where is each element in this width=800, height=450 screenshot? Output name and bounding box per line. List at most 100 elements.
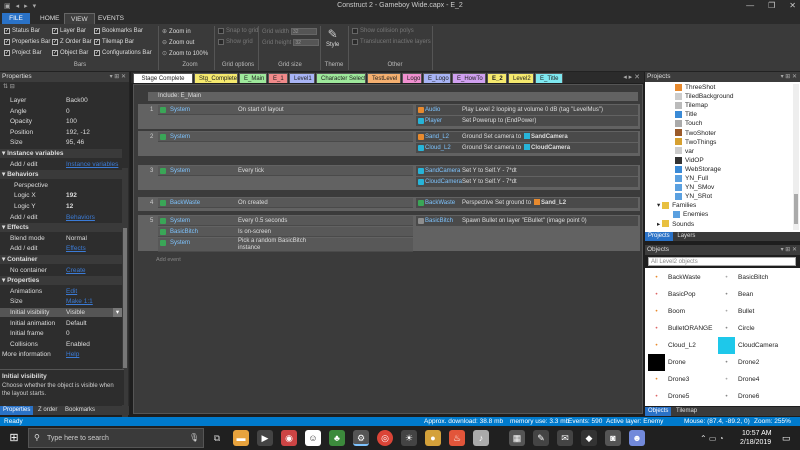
- tab-view[interactable]: VIEW: [64, 13, 95, 24]
- snap-to-grid-checkbox[interactable]: Snap to grid: [218, 28, 258, 34]
- property-value[interactable]: Default: [66, 319, 122, 328]
- property-row[interactable]: Initial visibility Visible ▾: [0, 308, 122, 317]
- property-row[interactable]: Collisions Enabled: [0, 340, 122, 349]
- property-value[interactable]: 12: [66, 202, 122, 211]
- tab-properties[interactable]: Properties: [0, 406, 34, 415]
- task-view-icon[interactable]: ⧉: [209, 430, 225, 446]
- property-row[interactable]: Perspective: [0, 181, 122, 190]
- event-condition[interactable]: BasicBitch Is on-screen: [158, 227, 413, 237]
- media-icon[interactable]: ▶: [257, 430, 273, 446]
- configurations-bar-checkbox[interactable]: ✓ Configurations Bar: [94, 50, 152, 56]
- tab-events[interactable]: EVENTS: [92, 13, 130, 24]
- property-row[interactable]: ▾ Properties: [0, 276, 122, 286]
- notification-icon[interactable]: ▭: [782, 433, 791, 444]
- app-icon-circle[interactable]: ●: [425, 430, 441, 446]
- property-value[interactable]: Visible: [66, 308, 113, 317]
- property-value[interactable]: Make 1:1: [66, 297, 122, 306]
- app-icon-flame[interactable]: ♨: [449, 430, 465, 446]
- taskbar-search[interactable]: ⚲ Type here to search 🎙: [28, 428, 204, 448]
- editor-tab[interactable]: E_Logo: [423, 73, 451, 83]
- zorder-bar-checkbox[interactable]: ✓ Z Order Bar: [52, 39, 92, 45]
- grid-height-field[interactable]: Grid height 32: [262, 39, 320, 46]
- property-value[interactable]: Effects: [66, 244, 122, 253]
- editor-tab[interactable]: Logo: [402, 73, 422, 83]
- system-tray-icons[interactable]: ⌃ ▭ ◔: [700, 434, 724, 443]
- property-value[interactable]: Instance variables: [66, 160, 122, 169]
- file-explorer-icon[interactable]: ▬: [233, 430, 249, 446]
- objects-filter-input[interactable]: All Level2 objects: [648, 257, 796, 266]
- property-row[interactable]: Initial frame 0: [0, 329, 122, 338]
- tilemap-bar-checkbox[interactable]: ✓ Tilemap Bar: [94, 39, 134, 45]
- property-row[interactable]: Logic Y 12: [0, 202, 122, 211]
- tab-home[interactable]: HOME: [34, 13, 66, 24]
- event-action[interactable]: BackWaste Perspective Set ground to Sand_L…: [416, 198, 638, 208]
- property-row[interactable]: Size 95, 46: [0, 138, 122, 147]
- event-action[interactable]: CloudCamera Set Y to Self.Y - 7*dt: [416, 177, 638, 187]
- app-icon-black[interactable]: ◆: [581, 430, 597, 446]
- tab-tilemap[interactable]: Tilemap: [673, 407, 700, 416]
- layer-bar-checkbox[interactable]: ✓ Layer Bar: [52, 28, 86, 34]
- close-button[interactable]: ✕: [789, 1, 796, 10]
- property-row[interactable]: Blend mode Normal: [0, 234, 122, 243]
- properties-bar-checkbox[interactable]: ✓ Properties Bar: [4, 39, 50, 45]
- project-bar-checkbox[interactable]: ✓ Project Bar: [4, 50, 42, 56]
- property-value[interactable]: Behaviors: [66, 213, 122, 222]
- app-icon-face[interactable]: ☺: [305, 430, 321, 446]
- property-row[interactable]: ▾ Behaviors: [0, 170, 122, 180]
- bookmarks-bar-checkbox[interactable]: ✓ Bookmarks Bar: [94, 28, 143, 34]
- editor-tab[interactable]: E_HowTo: [452, 73, 486, 83]
- pin-icon[interactable]: ▾ ⊞ ✕: [110, 72, 126, 82]
- include-row[interactable]: Include: E_Main: [148, 92, 638, 101]
- show-grid-checkbox[interactable]: Show grid: [218, 39, 253, 45]
- zoom-in-button[interactable]: ⊕ Zoom in: [162, 28, 191, 36]
- projects-scrollbar[interactable]: [793, 84, 799, 230]
- event-action[interactable]: Sand_L2 Ground Set camera to SandCamera: [416, 132, 638, 142]
- property-row[interactable]: Position 192, -12: [0, 128, 122, 137]
- editor-tab[interactable]: Character Select: [316, 73, 366, 83]
- property-value[interactable]: Back00: [66, 96, 122, 105]
- zoom-out-button[interactable]: ⊖ Zoom out: [162, 39, 194, 47]
- maximize-button[interactable]: ❐: [768, 1, 775, 10]
- object-list-item[interactable]: • Drone5: [648, 387, 689, 407]
- property-value[interactable]: 100: [66, 117, 122, 126]
- collision-polys-checkbox[interactable]: Show collision polys: [352, 28, 414, 34]
- event-action[interactable]: BasicBitch Spawn Bullet on layer "EBullet…: [416, 216, 638, 226]
- pin-icon[interactable]: ▾ ⊞ ✕: [781, 245, 797, 255]
- tab-projects[interactable]: Projects: [645, 232, 673, 241]
- app-icon-mail[interactable]: ✉: [557, 430, 573, 446]
- tab-scroll-icons[interactable]: ◂ ▸ ✕: [623, 73, 640, 81]
- chevron-down-icon[interactable]: ▾: [113, 308, 122, 317]
- tab-z-order[interactable]: Z order: [35, 406, 60, 415]
- editor-tab[interactable]: Level1: [289, 73, 315, 83]
- add-event-link[interactable]: Add event: [156, 257, 181, 263]
- property-value[interactable]: 0: [66, 107, 122, 116]
- tab-file[interactable]: FILE: [2, 13, 30, 24]
- property-row[interactable]: Logic X 192: [0, 191, 122, 200]
- editor-tab[interactable]: Stage Complete: [133, 73, 193, 83]
- property-value[interactable]: 192: [66, 191, 122, 200]
- app-icon-sun[interactable]: ☀: [401, 430, 417, 446]
- tab-bookmarks[interactable]: Bookmarks: [62, 406, 98, 415]
- editor-tab[interactable]: Stg_Complete: [194, 73, 238, 83]
- editor-tab[interactable]: E_2: [487, 73, 507, 83]
- property-row[interactable]: No container Create: [0, 266, 122, 275]
- property-value[interactable]: Enabled: [66, 340, 122, 349]
- editor-tab[interactable]: TestLevel: [367, 73, 401, 83]
- tab-objects[interactable]: Objects: [645, 407, 672, 416]
- minimize-button[interactable]: —: [746, 1, 754, 10]
- property-row[interactable]: Opacity 100: [0, 117, 122, 126]
- property-row[interactable]: Angle 0: [0, 107, 122, 116]
- app-icon-green[interactable]: ♣: [329, 430, 345, 446]
- property-value[interactable]: Edit: [66, 287, 122, 296]
- editor-tab[interactable]: E_Main: [239, 73, 267, 83]
- translucent-layers-checkbox[interactable]: Translucent inactive layers: [352, 39, 431, 45]
- project-tree-item[interactable]: ▸ Sounds: [657, 220, 800, 230]
- discord-icon[interactable]: ☻: [629, 430, 645, 446]
- app-icon-red[interactable]: ◉: [281, 430, 297, 446]
- event-condition[interactable]: BackWaste On created: [158, 198, 413, 208]
- object-list-item[interactable]: • Drone6: [718, 387, 759, 407]
- event-action[interactable]: SandCamera Set Y to Self.Y - 7*dt: [416, 166, 638, 176]
- object-bar-checkbox[interactable]: ✓ Object Bar: [52, 50, 88, 56]
- property-value[interactable]: Create: [66, 266, 122, 275]
- settings-gear-icon[interactable]: ⚙: [353, 430, 369, 446]
